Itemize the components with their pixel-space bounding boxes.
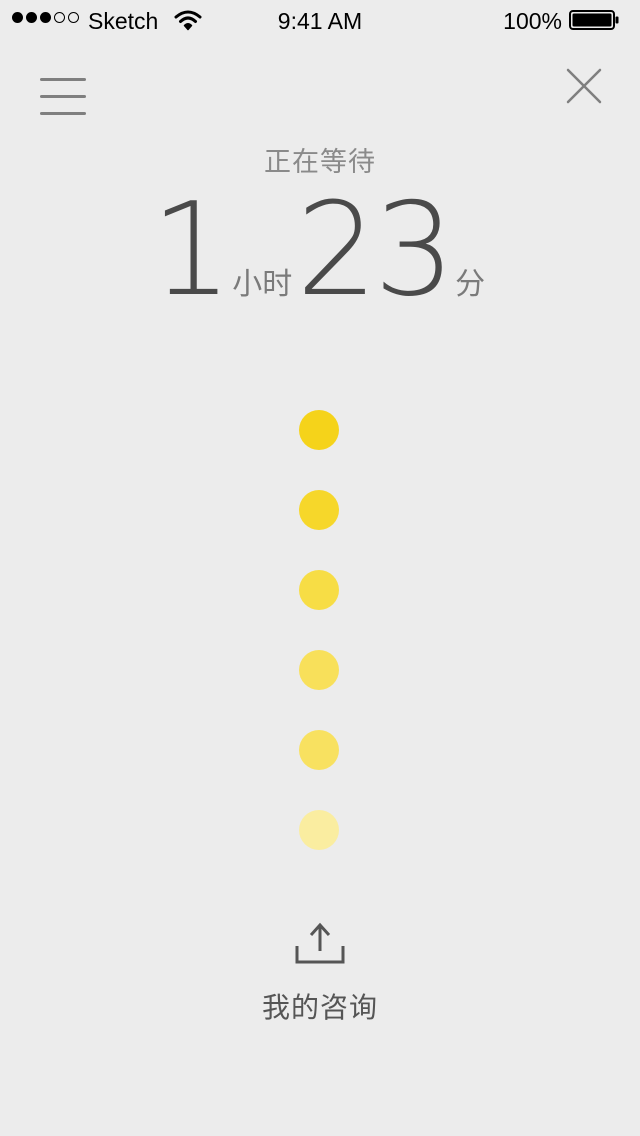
wait-hours-value: 1	[150, 176, 232, 325]
wait-hours-unit: 小时	[232, 268, 293, 301]
progress-dots	[299, 410, 341, 890]
close-button[interactable]	[560, 62, 608, 110]
battery-percentage: 100%	[503, 8, 562, 34]
share-upload-icon	[295, 922, 345, 964]
hamburger-menu-icon	[40, 78, 86, 81]
wait-minutes-value: 23	[296, 176, 455, 325]
progress-dot	[299, 730, 339, 770]
menu-icon-bar	[40, 95, 86, 98]
progress-dot	[299, 650, 339, 690]
wait-time-display: 1 小时 23 分	[0, 186, 640, 316]
menu-icon-bar	[40, 112, 86, 115]
progress-dot	[299, 810, 339, 850]
my-consultation-label: 我的咨询	[261, 992, 378, 1023]
wait-minutes-unit: 分	[455, 268, 486, 301]
menu-button[interactable]	[36, 74, 90, 118]
progress-dot	[299, 570, 339, 610]
waiting-label: 正在等待	[264, 147, 376, 177]
my-consultation-button[interactable]: 我的咨询	[0, 920, 640, 1026]
battery-icon	[569, 10, 619, 30]
status-bar: Sketch 9:41 AM 100%	[0, 0, 640, 40]
progress-dot	[299, 490, 339, 530]
progress-dot	[299, 410, 339, 450]
close-icon	[566, 68, 602, 104]
